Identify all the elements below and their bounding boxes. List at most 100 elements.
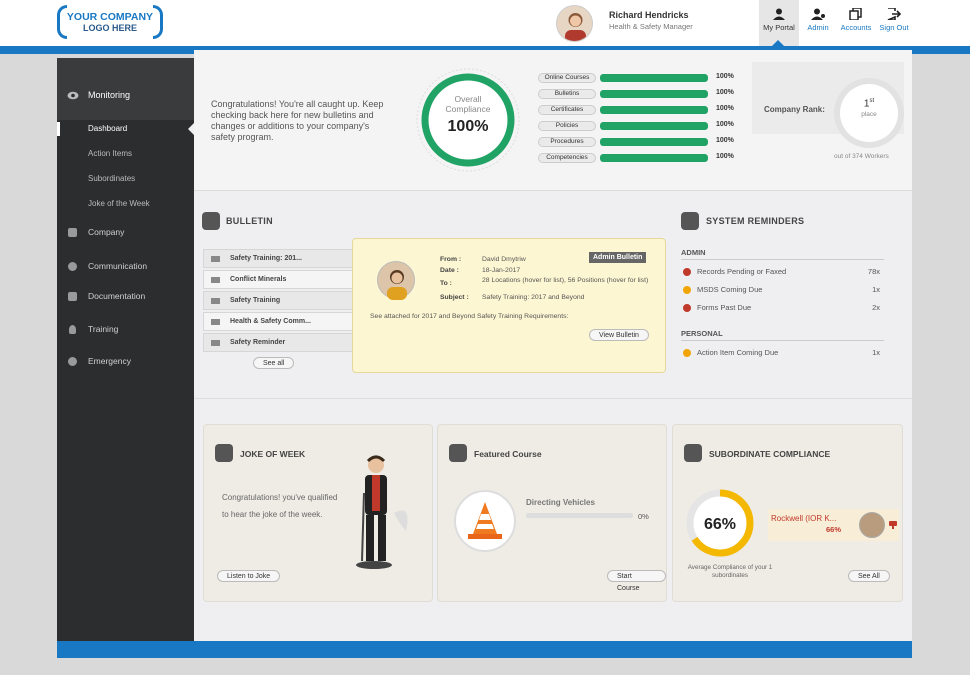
sidebar-item-monitoring[interactable]: Monitoring (57, 86, 194, 106)
briefcase-icon (68, 228, 77, 237)
progress-track (600, 90, 708, 98)
rank-label: Company Rank: (764, 105, 825, 114)
sidebar-item-documentation[interactable]: Documentation (57, 287, 194, 307)
envelope-icon (211, 319, 220, 325)
sidebar-item-emergency[interactable]: Emergency (57, 352, 194, 372)
bulletin-item[interactable]: Health & Safety Comm... (203, 312, 355, 331)
progress-pct: 100% (716, 89, 734, 96)
bulletin-see-all-button[interactable]: See all (253, 357, 295, 369)
reminder-count: 78x (867, 267, 880, 276)
progress-row[interactable]: Bulletins 100% (538, 88, 738, 100)
reminders-title: SYSTEM REMINDERS (706, 216, 805, 226)
top-header: YOUR COMPANY LOGO HERE Richard Hendricks… (0, 0, 970, 46)
bulletin-item-title: Health & Safety Comm... (230, 318, 311, 325)
bulletin-item[interactable]: Safety Training (203, 291, 355, 310)
start-course-button[interactable]: Start Course (607, 570, 666, 592)
reminder-count: 1x (872, 348, 880, 357)
subordinate-compliance-caption: Average Compliance of your 1 subordinate… (687, 564, 773, 579)
course-thumbnail[interactable] (454, 490, 516, 552)
sidebar-sub-dashboard[interactable]: Dashboard (88, 124, 127, 133)
progress-row[interactable]: Competencies 100% (538, 152, 738, 164)
joke-title: JOKE OF WEEK (240, 449, 306, 459)
progress-row[interactable]: Online Courses 100% (538, 72, 738, 84)
sidebar-item-label: Monitoring (88, 90, 131, 100)
reminder-row[interactable]: Action Item Coming Due 1x (681, 347, 884, 359)
nav-accounts[interactable]: Accounts (837, 0, 875, 46)
document-icon (68, 292, 77, 301)
admin-icon (811, 8, 825, 20)
progress-row[interactable]: Certificates 100% (538, 104, 738, 116)
nav-label: My Portal (763, 23, 795, 32)
reminder-text: Forms Past Due (697, 303, 752, 312)
progress-pct: 100% (716, 153, 734, 160)
rank-number-line: 1st (840, 98, 898, 109)
nav-sign-out[interactable]: Sign Out (876, 0, 912, 46)
to-value[interactable]: 28 Locations (hover for list), 56 Positi… (482, 277, 657, 285)
progress-track (600, 74, 708, 82)
reminder-text: Action Item Coming Due (697, 348, 779, 357)
progress-track (600, 106, 708, 114)
joke-icon (215, 444, 233, 462)
course-name[interactable]: Directing Vehicles (526, 498, 595, 507)
rank-suffix: st (869, 98, 875, 104)
active-item-marker (57, 122, 60, 136)
progress-pct: 100% (716, 73, 734, 80)
sidebar-item-training[interactable]: Training (57, 320, 194, 340)
bulletin-message: See attached for 2017 and Beyond Safety … (370, 313, 569, 320)
progress-track (600, 138, 708, 146)
to-key: To : (440, 280, 452, 287)
thumbs-down-icon[interactable] (889, 521, 897, 529)
status-dot-icon (683, 268, 691, 276)
eye-icon (67, 91, 79, 100)
from-value: David Dmytriw (482, 256, 526, 263)
logo-text-line1: YOUR COMPANY (66, 11, 154, 23)
rank-out-of: out of 374 Workers (834, 153, 889, 160)
active-nav-indicator (772, 40, 784, 46)
reminder-count: 1x (872, 285, 880, 294)
gauge-value: 100% (448, 118, 489, 135)
progress-fill (600, 154, 708, 162)
bulletin-item[interactable]: Safety Training: 201... (203, 249, 355, 268)
progress-fill (600, 138, 708, 146)
joke-text: Congratulations! you've qualified to hea… (222, 493, 338, 519)
progress-row[interactable]: Procedures 100% (538, 136, 738, 148)
company-logo[interactable]: YOUR COMPANY LOGO HERE (57, 5, 163, 39)
view-bulletin-button[interactable]: View Bulletin (589, 329, 649, 341)
sidebar-sub-action-items[interactable]: Action Items (88, 149, 132, 158)
plus-circle-icon (68, 357, 77, 366)
bulletin-item[interactable]: Safety Reminder (203, 333, 355, 352)
sidebar-sub-subordinates[interactable]: Subordinates (88, 174, 135, 183)
subordinates-see-all-button[interactable]: See All (848, 570, 890, 582)
reminder-row[interactable]: Records Pending or Faxed 78x (681, 266, 884, 278)
reminder-count: 2x (872, 303, 880, 312)
user-avatar[interactable] (556, 5, 593, 42)
featured-course-card: Featured Course Directing Vehicles 0% St… (437, 424, 667, 602)
date-key: Date : (440, 267, 459, 274)
sidebar-item-communication[interactable]: Communication (57, 257, 194, 277)
divider (681, 340, 884, 341)
sidebar: Monitoring Dashboard Action Items Subord… (57, 58, 194, 641)
bulb-icon (69, 325, 76, 334)
personal-reminders-heading: PERSONAL (681, 329, 723, 338)
joke-card: JOKE OF WEEK Congratulations! you've qua… (203, 424, 433, 602)
subordinate-entry[interactable]: Rockwell (IOR K... 66% (768, 509, 899, 541)
envelope-icon (211, 256, 220, 262)
sidebar-item-company[interactable]: Company (57, 223, 194, 243)
reminder-row[interactable]: MSDS Coming Due 1x (681, 284, 884, 296)
course-progress-track (526, 513, 633, 518)
reminder-row[interactable]: Forms Past Due 2x (681, 302, 884, 314)
subordinate-compliance-card: SUBORDINATE COMPLIANCE 66% Average Compl… (672, 424, 903, 602)
envelope-icon (211, 340, 220, 346)
logo-text-line2: LOGO HERE (82, 23, 137, 33)
user-role: Health & Safety Manager (609, 22, 693, 31)
nav-admin[interactable]: Admin (801, 0, 835, 46)
bulletin-item[interactable]: Conflict Minerals (203, 270, 355, 289)
progress-pct: 100% (716, 105, 734, 112)
sidebar-sub-joke-of-week[interactable]: Joke of the Week (88, 199, 150, 208)
main-content: Congratulations! You're all caught up. K… (194, 50, 912, 641)
listen-to-joke-button[interactable]: Listen to Joke (217, 570, 281, 582)
progress-label: Bulletins (538, 89, 596, 99)
progress-label: Procedures (538, 137, 596, 147)
sidebar-item-label: Documentation (88, 291, 146, 301)
progress-row[interactable]: Policies 100% (538, 120, 738, 132)
